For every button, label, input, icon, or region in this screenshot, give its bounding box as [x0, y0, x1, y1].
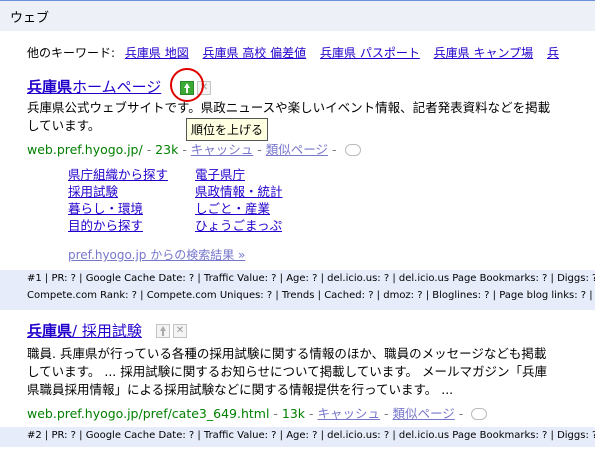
result-snippet: 兵庫県公式ウェブサイトです。県政ニュースや楽しいイベント情報、記者発表資料などを…	[27, 99, 587, 135]
result-title-rest: / 採用試験	[72, 322, 142, 340]
similar-pages-link[interactable]: 類似ページ	[266, 142, 328, 157]
section-title: ウェブ	[10, 11, 50, 26]
comment-bubble-icon[interactable]	[344, 143, 361, 156]
result-url: web.pref.hyogo.jp/	[27, 142, 143, 157]
sitelinks-right-column: 電子県庁 県政情報・統計 しごと・産業 ひょうごまっぷ	[195, 166, 283, 234]
sitelink[interactable]: 採用試験	[68, 183, 168, 200]
snippet-line: しています。 ... 採用試験に関するお知らせについて掲載しています。 メールマ…	[27, 364, 547, 379]
related-keyword-link[interactable]: 兵	[547, 46, 559, 60]
result-url-line: web.pref.hyogo.jp/ - 23k - キャッシュ - 類似ページ…	[27, 139, 361, 158]
sitelink[interactable]: 県政情報・統計	[195, 183, 283, 200]
snippet-line: 県職員採用情報」による採用試験などに関する情報提供を行っています。 ...	[27, 382, 454, 397]
comment-bubble-icon[interactable]	[471, 407, 488, 420]
cache-link[interactable]: キャッシュ	[191, 142, 254, 157]
section-header-bar: ウェブ	[0, 0, 595, 31]
similar-pages-link[interactable]: 類似ページ	[393, 406, 455, 421]
result-size: 23k	[155, 142, 179, 157]
related-keywords-label: 他のキーワード:	[27, 46, 116, 60]
highlight-circle	[170, 68, 204, 102]
result-size: 13k	[281, 406, 306, 421]
snippet-line: 兵庫県公式ウェブサイトです。県政ニュースや楽しいイベント情報、記者発表資料などを…	[27, 100, 551, 115]
result-url: web.pref.hyogo.jp/pref/cate3_649.html	[27, 406, 270, 421]
sitelink[interactable]: ひょうごまっぷ	[195, 217, 283, 234]
promote-arrow-icon[interactable]	[156, 324, 170, 338]
seo-info-bar: #1 | PR: ? | Google Cache Date: ? | Traf…	[0, 270, 595, 310]
seo-info-line: Compete.com Rank: ? | Compete.com Unique…	[27, 290, 595, 301]
remove-x-icon[interactable]: ✕	[173, 324, 187, 338]
sitelink[interactable]: 電子県庁	[195, 166, 283, 183]
promote-tooltip: 順位を上げる	[186, 118, 269, 141]
snippet-line: しています。	[27, 118, 101, 133]
related-keyword-link[interactable]: 兵庫県 パスポート	[320, 46, 420, 60]
cache-link[interactable]: キャッシュ	[318, 406, 381, 421]
sitelink[interactable]: 目的から探す	[68, 217, 168, 234]
sitelinks-left-column: 県庁組織から探す 採用試験 暮らし・環境 目的から探す	[68, 166, 168, 234]
result-title-link[interactable]: 兵庫県ホームページ	[27, 78, 161, 96]
sitelink[interactable]: 県庁組織から探す	[68, 166, 168, 183]
snippet-line: 職員. 兵庫県が行っている各種の採用試験に関する情報のほか、職員のメッセージなど…	[27, 346, 547, 361]
result-title[interactable]: 兵庫県ホームページ	[27, 76, 161, 97]
more-from-site-link[interactable]: pref.hyogo.jp からの検索結果 »	[68, 248, 245, 262]
seo-info-bar: #2 | PR: ? | Google Cache Date: ? | Traf…	[0, 427, 595, 447]
related-keyword-link[interactable]: 兵庫県 高校 偏差値	[203, 46, 307, 60]
result-title-link[interactable]: 兵庫県/ 採用試験	[27, 322, 142, 340]
sitelink[interactable]: しごと・産業	[195, 200, 283, 217]
seo-info-line: #1 | PR: ? | Google Cache Date: ? | Traf…	[27, 273, 595, 284]
result-title-bold: 兵庫県	[27, 322, 73, 340]
result-title-rest: ホームページ	[72, 78, 162, 96]
more-from-site: pref.hyogo.jp からの検索結果 »	[68, 246, 245, 263]
sitelink[interactable]: 暮らし・環境	[68, 200, 168, 217]
seo-info-line: #2 | PR: ? | Google Cache Date: ? | Traf…	[27, 430, 595, 441]
related-keyword-link[interactable]: 兵庫県 キャンプ場	[434, 46, 533, 60]
result-title-bold: 兵庫県	[27, 78, 73, 96]
result-title[interactable]: 兵庫県/ 採用試験	[27, 320, 142, 341]
related-keyword-link[interactable]: 兵庫県 地図	[125, 46, 189, 60]
result-snippet: 職員. 兵庫県が行っている各種の採用試験に関する情報のほか、職員のメッセージなど…	[27, 345, 587, 399]
result-url-line: web.pref.hyogo.jp/pref/cate3_649.html - …	[27, 403, 488, 422]
related-keywords: 他のキーワード: 兵庫県 地図 兵庫県 高校 偏差値 兵庫県 パスポート 兵庫県…	[27, 44, 563, 61]
